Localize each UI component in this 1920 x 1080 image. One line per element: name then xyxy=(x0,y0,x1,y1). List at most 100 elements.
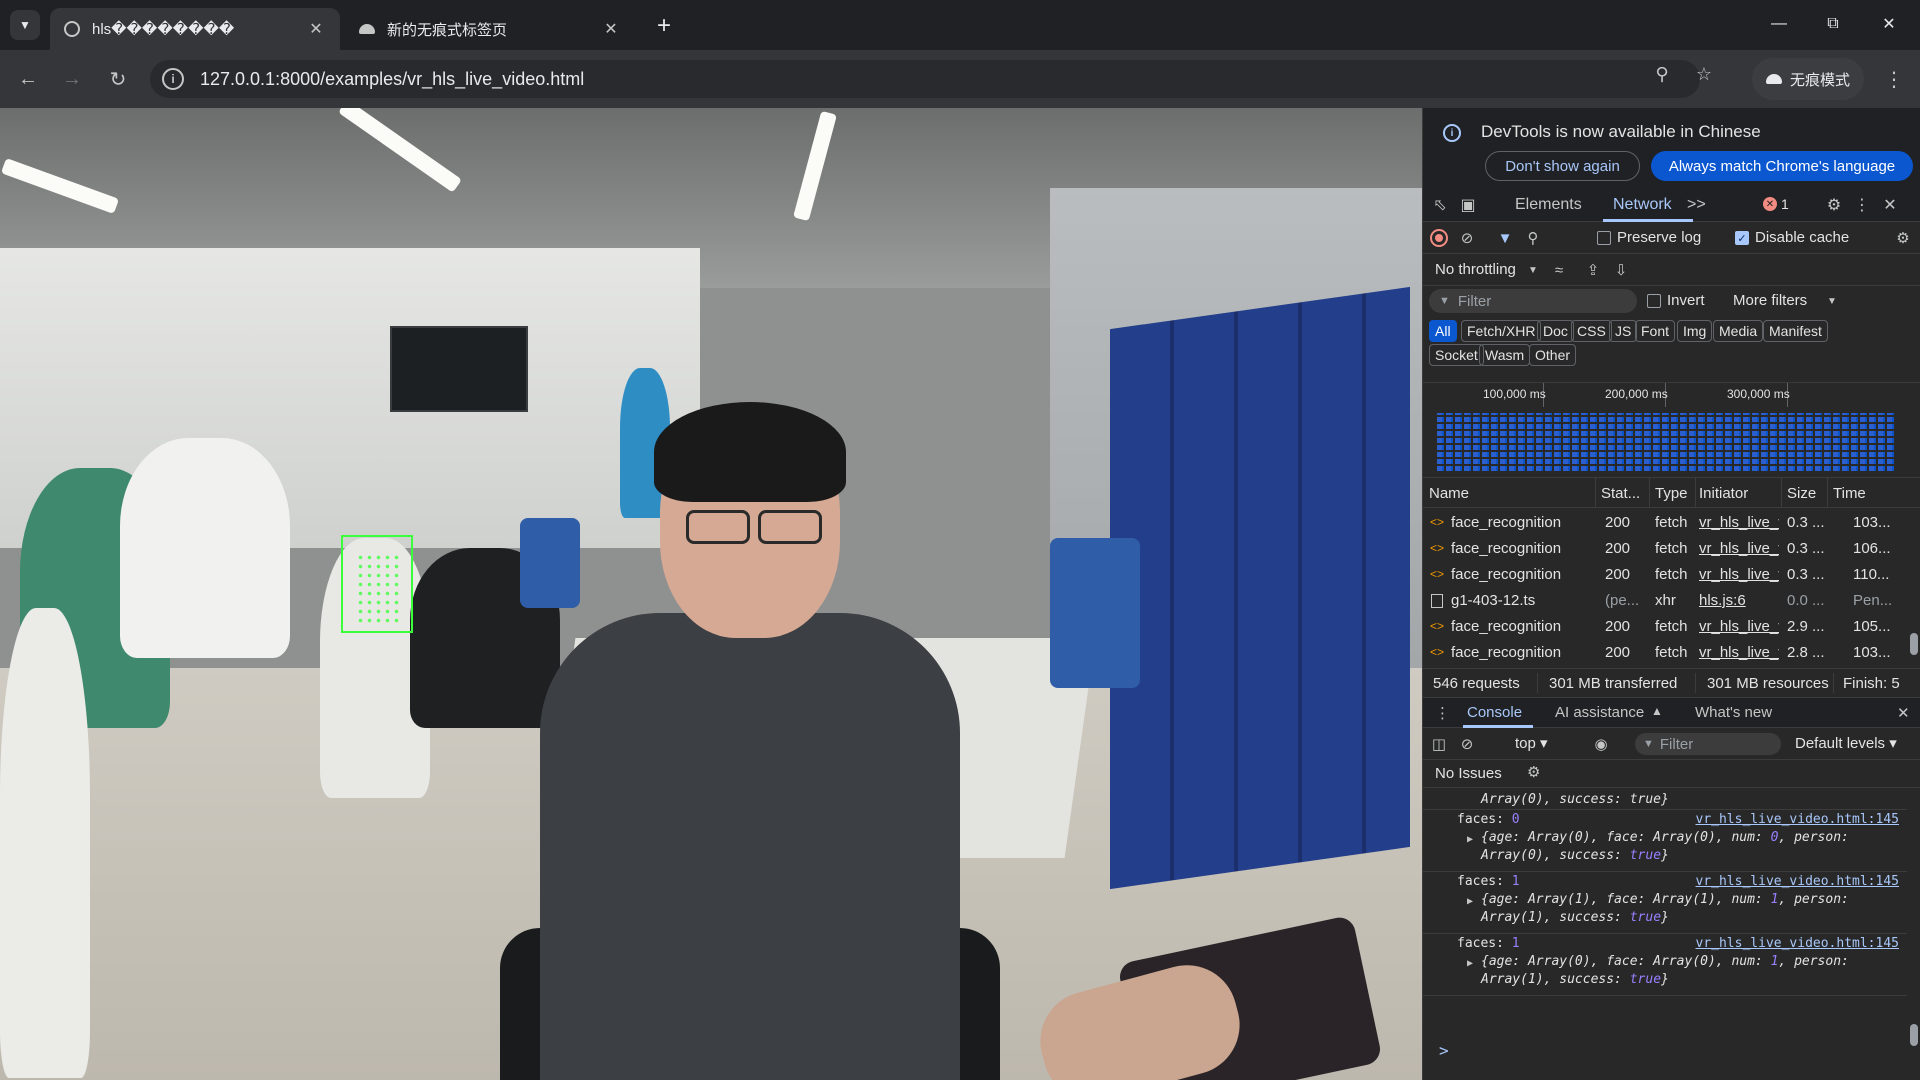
tab-close-icon[interactable]: ✕ xyxy=(306,19,326,39)
expand-triangle-icon[interactable]: ▶ xyxy=(1467,958,1473,969)
more-tabs-icon[interactable]: >> xyxy=(1687,196,1706,214)
forward-icon[interactable]: → xyxy=(58,65,86,93)
maximize-icon[interactable]: ⧉ xyxy=(1810,8,1856,40)
invert-checkbox[interactable] xyxy=(1647,294,1661,308)
chip-doc[interactable]: Doc xyxy=(1537,320,1574,342)
match-language-button[interactable]: Always match Chrome's language xyxy=(1651,151,1913,181)
tab-incognito[interactable]: 新的无痕式标签页 ✕ xyxy=(345,8,635,50)
initiator-link[interactable]: vr_hls_live_v xyxy=(1699,644,1779,661)
chevron-down-icon[interactable]: ▼ xyxy=(1827,296,1837,307)
col-size[interactable]: Size xyxy=(1787,485,1816,502)
context-selector[interactable]: top ▾ xyxy=(1515,734,1548,752)
table-scrollbar[interactable] xyxy=(1907,508,1920,668)
clear-icon[interactable]: ⊘ xyxy=(1457,228,1477,248)
tab-network[interactable]: Network xyxy=(1613,196,1672,214)
chip-other[interactable]: Other xyxy=(1529,344,1577,366)
eye-icon[interactable]: ◉ xyxy=(1591,734,1611,754)
console-log[interactable]: faces: 1 vr_hls_live_video.html:145 ▶ {a… xyxy=(1423,934,1907,996)
expand-triangle-icon[interactable]: ▶ xyxy=(1467,834,1473,845)
dont-show-again-button[interactable]: Don't show again xyxy=(1485,151,1640,181)
chip-fetch-xhr[interactable]: Fetch/XHR xyxy=(1461,320,1542,342)
network-filter-input[interactable]: ▼ Filter xyxy=(1429,289,1637,313)
tab-elements[interactable]: Elements xyxy=(1515,196,1582,214)
initiator-link[interactable]: vr_hls_live_v xyxy=(1699,514,1779,531)
device-toolbar-icon[interactable]: ▣ xyxy=(1457,194,1479,216)
chip-img[interactable]: Img xyxy=(1677,320,1713,342)
table-row[interactable]: <> face_recognition 200 fetch vr_hls_liv… xyxy=(1423,510,1907,536)
zoom-icon[interactable]: ⚲ xyxy=(1648,60,1676,88)
table-row[interactable]: <> face_recognition 200 fetch vr_hls_liv… xyxy=(1423,614,1907,640)
vr-video-frame[interactable] xyxy=(0,108,1422,1080)
tab-close-icon[interactable]: ✕ xyxy=(601,19,621,39)
reload-icon[interactable]: ↻ xyxy=(104,65,132,93)
close-window-icon[interactable]: ✕ xyxy=(1866,8,1912,40)
record-icon[interactable] xyxy=(1429,228,1449,248)
error-counter[interactable]: ✕ 1 xyxy=(1763,196,1789,212)
chip-media[interactable]: Media xyxy=(1713,320,1764,342)
chip-font[interactable]: Font xyxy=(1635,320,1676,342)
tab-whats-new[interactable]: What's new xyxy=(1695,704,1772,721)
table-row[interactable]: g1-403-12.ts (pe... xhr hls.js:6 0.0 ...… xyxy=(1423,588,1907,614)
disable-cache-checkbox[interactable]: ✓ xyxy=(1735,231,1749,245)
initiator-link[interactable]: vr_hls_live_v xyxy=(1699,618,1779,635)
expand-triangle-icon[interactable]: ▶ xyxy=(1467,896,1473,907)
chip-socket[interactable]: Socket xyxy=(1429,344,1484,366)
table-row[interactable]: <> face_recognition 200 fetch vr_hls_liv… xyxy=(1423,536,1907,562)
import-har-icon[interactable]: ⇪ xyxy=(1583,260,1603,280)
initiator-link[interactable]: vr_hls_live_v xyxy=(1699,566,1779,583)
devtools-menu-icon[interactable]: ⋮ xyxy=(1851,194,1873,216)
table-row[interactable]: <> face_recognition 200 fetch vr_hls_liv… xyxy=(1423,640,1907,666)
col-name[interactable]: Name xyxy=(1429,485,1469,502)
search-icon[interactable]: ⚲ xyxy=(1523,228,1543,248)
site-info-icon[interactable]: i xyxy=(162,68,184,90)
col-initiator[interactable]: Initiator xyxy=(1699,485,1748,502)
chip-js[interactable]: JS xyxy=(1609,320,1638,342)
tab-ai-assistance[interactable]: AI assistance xyxy=(1555,704,1644,721)
tab-console[interactable]: Console xyxy=(1467,704,1522,721)
issues-settings-icon[interactable]: ⚙ xyxy=(1527,763,1540,781)
source-link[interactable]: vr_hls_live_video.html:145 xyxy=(1696,812,1900,827)
url-text[interactable]: 127.0.0.1:8000/examples/vr_hls_live_vide… xyxy=(200,69,584,90)
kebab-menu-icon[interactable]: ⋮ xyxy=(1880,65,1908,93)
console-prompt[interactable]: > xyxy=(1439,1041,1449,1060)
chevron-down-icon[interactable]: ▼ xyxy=(1523,260,1543,280)
sidebar-toggle-icon[interactable]: ◫ xyxy=(1429,734,1449,754)
issues-label[interactable]: No Issues xyxy=(1435,765,1502,782)
col-time[interactable]: Time xyxy=(1833,485,1866,502)
log-levels-select[interactable]: Default levels ▾ xyxy=(1795,734,1897,752)
console-output[interactable]: Array(0), success: true} faces: 0 vr_hls… xyxy=(1423,788,1920,1080)
initiator-link[interactable]: hls.js:6 xyxy=(1699,592,1779,609)
address-bar[interactable]: i 127.0.0.1:8000/examples/vr_hls_live_vi… xyxy=(150,60,1700,98)
tab-search-button[interactable]: ▼ xyxy=(10,10,40,40)
drawer-menu-icon[interactable]: ⋮ xyxy=(1435,704,1450,722)
tab-active[interactable]: hls�������� ✕ xyxy=(50,8,340,50)
console-log[interactable]: faces: 1 vr_hls_live_video.html:145 ▶ {a… xyxy=(1423,872,1907,934)
throttling-select[interactable]: No throttling xyxy=(1435,261,1516,278)
col-status[interactable]: Stat... xyxy=(1601,485,1640,502)
more-filters-button[interactable]: More filters xyxy=(1733,292,1807,309)
close-drawer-icon[interactable]: ✕ xyxy=(1897,704,1910,722)
chip-css[interactable]: CSS xyxy=(1571,320,1612,342)
close-devtools-icon[interactable]: ✕ xyxy=(1879,194,1901,216)
incognito-indicator[interactable]: 无痕模式 xyxy=(1752,58,1864,100)
col-type[interactable]: Type xyxy=(1655,485,1688,502)
new-tab-button[interactable]: + xyxy=(650,12,678,40)
minimize-icon[interactable]: — xyxy=(1756,8,1802,40)
chip-wasm[interactable]: Wasm xyxy=(1479,344,1531,366)
network-overview-timeline[interactable]: 100,000 ms 200,000 ms 300,000 ms xyxy=(1423,382,1920,478)
network-conditions-icon[interactable]: ≈ xyxy=(1549,260,1569,280)
clear-console-icon[interactable]: ⊘ xyxy=(1457,734,1477,754)
back-icon[interactable]: ← xyxy=(14,65,42,93)
initiator-link[interactable]: vr_hls_live_v xyxy=(1699,540,1779,557)
console-scrollbar[interactable] xyxy=(1907,788,1920,1080)
inspect-element-icon[interactable]: ⬁ xyxy=(1429,194,1451,216)
preserve-log-checkbox[interactable] xyxy=(1597,231,1611,245)
source-link[interactable]: vr_hls_live_video.html:145 xyxy=(1696,936,1900,951)
settings-gear-icon[interactable]: ⚙ xyxy=(1823,194,1845,216)
chip-manifest[interactable]: Manifest xyxy=(1763,320,1828,342)
source-link[interactable]: vr_hls_live_video.html:145 xyxy=(1696,874,1900,889)
filter-icon[interactable]: ▼ xyxy=(1495,228,1515,248)
console-filter-input[interactable]: ▼ Filter xyxy=(1635,733,1781,755)
console-log[interactable]: faces: 0 vr_hls_live_video.html:145 ▶ {a… xyxy=(1423,810,1907,872)
network-settings-icon[interactable]: ⚙ xyxy=(1893,228,1913,248)
